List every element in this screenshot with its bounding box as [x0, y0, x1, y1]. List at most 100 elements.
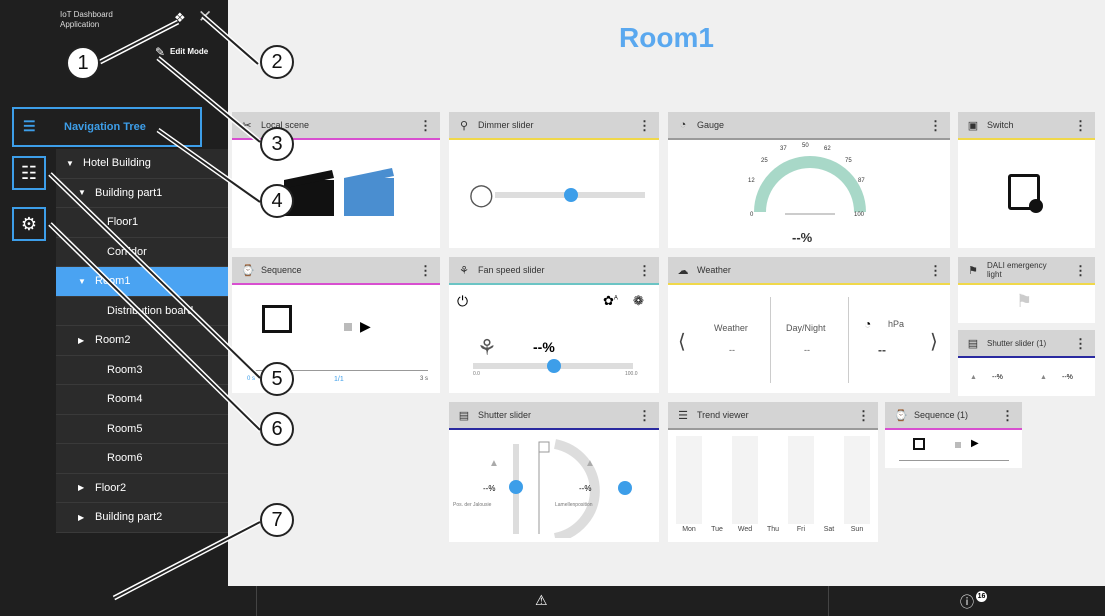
sequence-start: 0 s — [247, 376, 256, 382]
edit-mode-button[interactable]: Edit Mode — [170, 47, 208, 56]
sequence-clapper-icon — [913, 438, 925, 450]
tile-title: Weather — [697, 265, 731, 275]
pin-icon[interactable]: ❖ — [174, 10, 186, 26]
up-arrow-icon[interactable]: ▲ — [489, 458, 499, 469]
tile-switch[interactable]: ▣ Switch ⋮ — [958, 112, 1095, 248]
navigation-tree-button[interactable]: ☰ Navigation Tree — [12, 107, 202, 147]
sequence-end: 3 s — [420, 376, 429, 382]
tree-item[interactable]: ▶ Building part2 — [56, 503, 228, 533]
tile-weather[interactable]: ☁ Weather ⋮ ⟨ ⟩ Weather -- Day/Night -- ◔ … — [668, 257, 950, 393]
fan-auto-icon[interactable]: ✿A — [603, 293, 618, 309]
sequence-count: 1/1 — [334, 376, 344, 383]
more-icon[interactable]: ⋮ — [1074, 263, 1087, 279]
more-icon[interactable]: ⋮ — [929, 118, 942, 134]
play-button[interactable]: ▶ — [971, 438, 979, 449]
fan-large-icon: ⚘ — [477, 335, 497, 360]
svg-text:0: 0 — [750, 212, 754, 218]
tree-item[interactable]: ▼ Hotel Building — [56, 149, 228, 179]
tile-title: Switch — [987, 120, 1014, 130]
tile-fan-speed-slider[interactable]: ⚘ Fan speed slider ⋮ ⏻ ✿A ❁ ⚘ --% 0.0 100.… — [449, 257, 659, 393]
tree-item[interactable]: ▼ Building part1 — [56, 179, 228, 208]
pressure-value: -- — [878, 343, 886, 357]
next-arrow-icon[interactable]: ⟩ — [930, 329, 938, 354]
up-arrow-icon[interactable]: ▲ — [1040, 374, 1047, 381]
tree-item[interactable]: Room4 — [56, 385, 228, 415]
more-icon[interactable]: ⋮ — [1074, 336, 1087, 352]
tile-dali-emergency-light[interactable]: ⚑ DALI emergency light ⋮ ⚑ — [958, 257, 1095, 323]
up-arrow-icon[interactable]: ▲ — [970, 374, 977, 381]
tree-item[interactable]: Distribution board — [56, 297, 228, 326]
apps-grid-button[interactable]: ☷ — [12, 156, 46, 190]
navigation-tree-label: Navigation Tree — [64, 121, 146, 133]
up-arrow-icon[interactable]: ▲ — [585, 458, 595, 469]
settings-button[interactable]: ⚙ — [12, 207, 46, 241]
more-icon[interactable]: ⋮ — [638, 408, 651, 424]
position-slider[interactable] — [509, 444, 523, 534]
power-icon[interactable]: ⏻ — [457, 293, 468, 310]
caret-right-icon[interactable]: ▶ — [78, 336, 86, 345]
more-icon[interactable]: ⋮ — [857, 408, 870, 424]
more-icon[interactable]: ⋮ — [419, 263, 432, 279]
caret-right-icon[interactable]: ▶ — [78, 483, 86, 492]
slider-thumb[interactable] — [547, 359, 561, 373]
trend-day-label: Thu — [766, 526, 780, 533]
tree-item[interactable]: ▼ Room1 — [56, 267, 228, 297]
gauge-arc: 0 12 25 37 50 62 75 87 100 — [748, 143, 866, 218]
tree-item-label: Floor1 — [107, 216, 139, 229]
stop-button[interactable] — [955, 442, 961, 448]
fan-icon: ⚘ — [459, 264, 469, 277]
more-icon[interactable]: ⋮ — [929, 263, 942, 279]
trend-day-column — [732, 436, 758, 524]
footer-bar — [0, 586, 1105, 616]
tile-shutter-slider-small[interactable]: ▤ Shutter slider (1) ⋮ ▲ --% ▲ --% — [958, 330, 1095, 396]
fan-manual-icon[interactable]: ❁ — [633, 293, 644, 309]
pencil-icon[interactable]: ✎ — [155, 45, 165, 59]
tree-item[interactable]: Room6 — [56, 444, 228, 474]
fan-max: 100.0 — [625, 371, 638, 377]
caret-right-icon[interactable]: ▶ — [78, 513, 86, 522]
tile-sequence-small[interactable]: ⌚ Sequence (1) ⋮ ▶ — [885, 402, 1022, 468]
caret-down-icon[interactable]: ▼ — [78, 188, 86, 197]
tile-shutter-slider[interactable]: ▤ Shutter slider ⋮ ▲ --% Pos. der Jalousie… — [449, 402, 659, 542]
tile-dimmer-slider[interactable]: ⚲ Dimmer slider ⋮ ◯ — [449, 112, 659, 248]
info-icon[interactable]: ⓘ — [960, 592, 974, 612]
tile-trend-viewer[interactable]: ☰Trend viewer⋮ i MonTueWedThuFriSatSun — [668, 402, 878, 542]
tree-item[interactable]: Room5 — [56, 415, 228, 444]
more-icon[interactable]: ⋮ — [419, 118, 432, 134]
callout-4: 4 — [260, 184, 294, 218]
caret-down-icon[interactable]: ▼ — [66, 159, 74, 168]
gauge-icon: ◔ — [679, 119, 687, 131]
shutter-value: --% — [1062, 374, 1073, 381]
tree-item-label: Corridor — [107, 245, 147, 258]
tile-gauge[interactable]: ◔ Gauge ⋮ 0 12 25 37 50 62 75 87 100 --% — [668, 112, 950, 248]
fan-slider[interactable] — [473, 359, 633, 373]
tree-item[interactable]: ▶ Floor2 — [56, 474, 228, 503]
tree-item[interactable]: ▶ Room2 — [56, 326, 228, 356]
trend-day-label: Fri — [796, 526, 806, 533]
gear-icon: ⚙ — [20, 213, 38, 234]
prev-arrow-icon[interactable]: ⟨ — [678, 329, 686, 354]
more-icon[interactable]: ⋮ — [638, 118, 651, 134]
trend-day-column — [788, 436, 814, 524]
caret-down-icon[interactable]: ▼ — [78, 277, 86, 286]
exit-sign-icon: ⚑ — [968, 264, 978, 277]
more-icon[interactable]: ⋮ — [638, 263, 651, 279]
stop-button[interactable] — [344, 323, 352, 331]
slider-thumb[interactable] — [509, 480, 523, 494]
callout-3: 3 — [260, 127, 294, 161]
tree-item[interactable]: Corridor — [56, 238, 228, 267]
play-button[interactable]: ▶ — [360, 318, 371, 335]
more-icon[interactable]: ⋮ — [1001, 408, 1014, 424]
dimmer-slider[interactable] — [495, 188, 645, 202]
tree-item[interactable]: Room3 — [56, 356, 228, 385]
divider — [828, 586, 829, 616]
slider-thumb[interactable] — [564, 188, 578, 202]
close-icon[interactable]: ✕ — [198, 7, 212, 27]
sequence-icon: ⌚ — [241, 264, 255, 277]
tree-item[interactable]: Floor1 — [56, 208, 228, 238]
bulb-icon: ⚲ — [459, 119, 469, 132]
warning-icon[interactable]: ⚠ — [535, 592, 548, 609]
more-icon[interactable]: ⋮ — [1074, 118, 1087, 134]
switch-device-icon[interactable] — [1008, 174, 1043, 213]
callout-5: 5 — [260, 362, 294, 396]
